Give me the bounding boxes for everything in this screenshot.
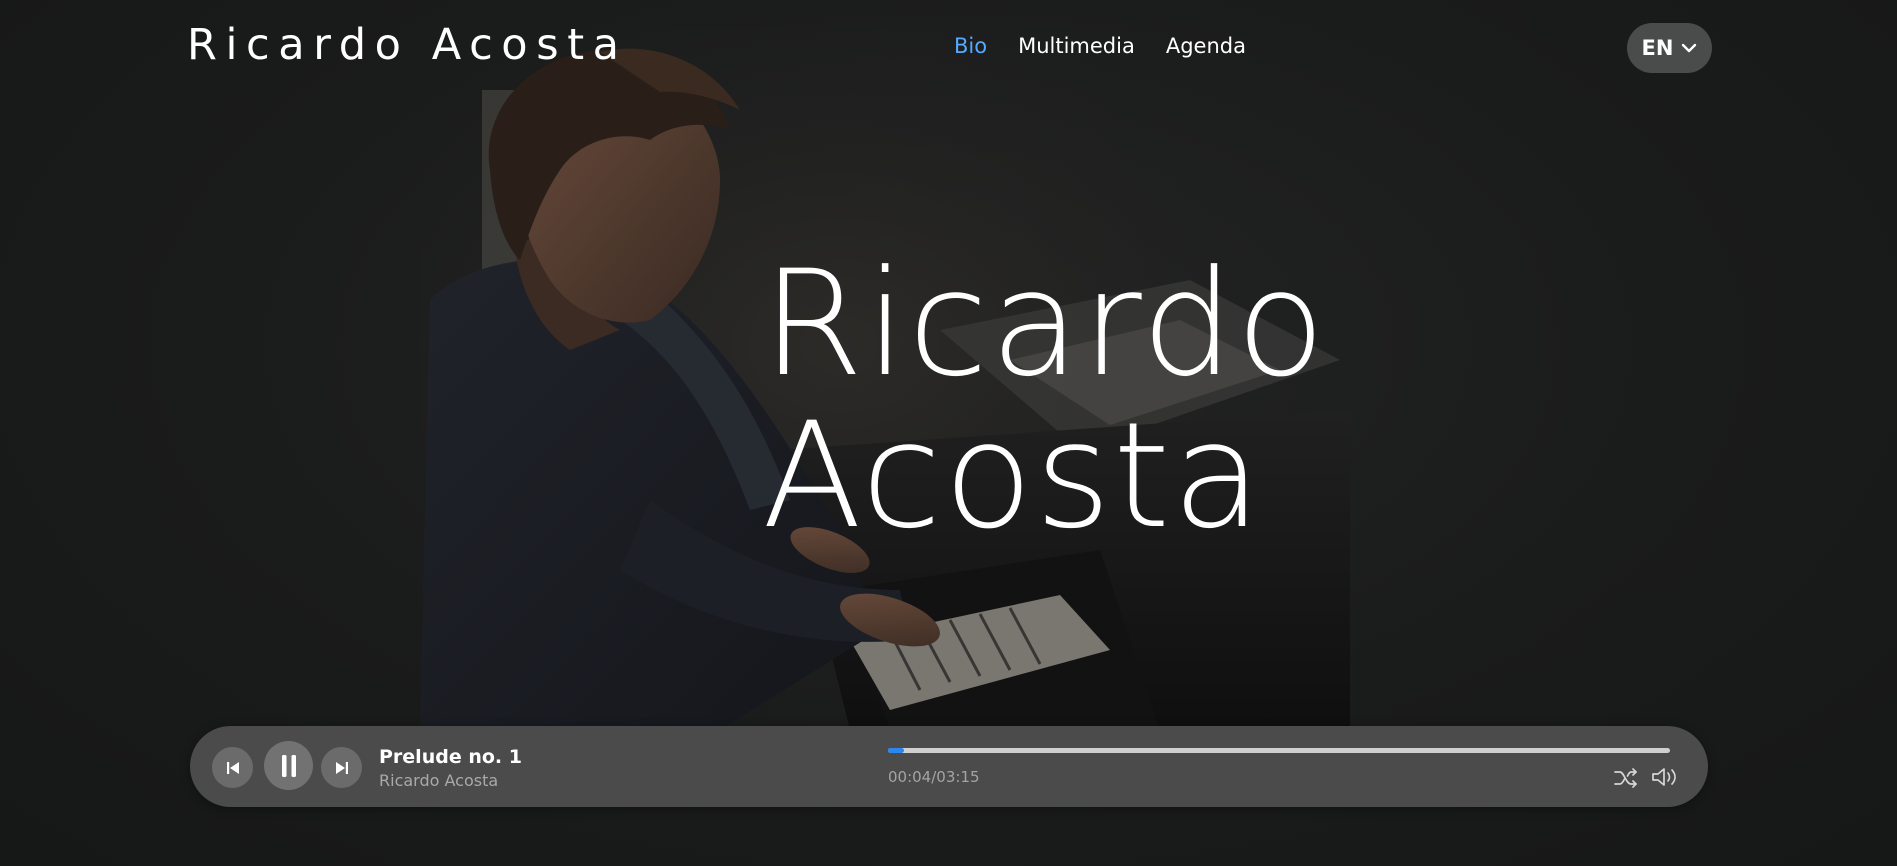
pause-icon — [281, 754, 296, 777]
site-title[interactable]: Ricardo Acosta — [187, 20, 628, 70]
hero-title-line2: Acosta — [762, 391, 1264, 561]
track-artist: Ricardo Acosta — [379, 771, 499, 790]
previous-track-button[interactable] — [212, 747, 253, 788]
time-readout: 00:04/03:15 — [888, 768, 980, 786]
nav-bio[interactable]: Bio — [954, 34, 987, 58]
chevron-down-icon — [1682, 43, 1697, 53]
shuffle-icon[interactable] — [1614, 768, 1638, 788]
pause-button[interactable] — [264, 741, 313, 790]
track-title: Prelude no. 1 — [379, 746, 522, 768]
next-track-button[interactable] — [321, 747, 362, 788]
hero-title-line1: Ricardo — [762, 239, 1328, 409]
elapsed-time: 00:04 — [888, 768, 932, 786]
language-selector[interactable]: EN — [1627, 23, 1712, 73]
language-label: EN — [1641, 36, 1674, 60]
volume-icon[interactable] — [1651, 766, 1679, 788]
progress-fill — [888, 748, 905, 753]
hero-title: Ricardo Acosta — [762, 248, 1327, 552]
nav-agenda[interactable]: Agenda — [1166, 34, 1246, 58]
audio-player: Prelude no. 1 Ricardo Acosta 00:04/03:15 — [190, 726, 1708, 807]
skip-previous-icon — [226, 761, 239, 774]
progress-bar[interactable] — [888, 748, 1670, 753]
main-nav: Bio Multimedia Agenda — [954, 34, 1246, 58]
nav-multimedia[interactable]: Multimedia — [1018, 34, 1135, 58]
total-duration: 03:15 — [936, 768, 980, 786]
skip-next-icon — [335, 761, 348, 774]
page: Ricardo Acosta Bio Multimedia Agenda EN … — [0, 0, 1897, 866]
